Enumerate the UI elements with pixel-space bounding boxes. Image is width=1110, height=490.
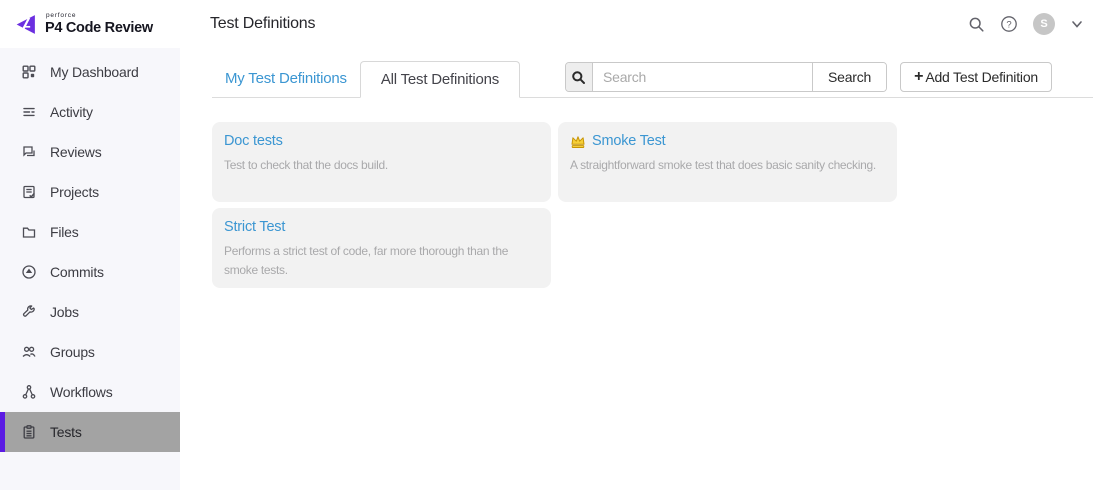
- sidebar-item-groups[interactable]: Groups: [0, 332, 180, 372]
- search-icon[interactable]: [566, 63, 593, 91]
- plus-icon: +: [914, 69, 923, 85]
- test-card-title-link[interactable]: Smoke Test: [570, 133, 666, 149]
- sidebar-item-label: Reviews: [50, 144, 102, 160]
- sidebar-item-label: Groups: [50, 344, 95, 360]
- sidebar-item-label: Projects: [50, 184, 99, 200]
- tabs-toolbar: My Test Definitions All Test Definitions…: [212, 57, 1093, 98]
- test-definition-list: Doc tests Test to check that the docs bu…: [212, 122, 902, 288]
- crown-icon: [570, 134, 586, 149]
- sidebar-item-label: Workflows: [50, 384, 113, 400]
- sidebar-item-label: Files: [50, 224, 79, 240]
- chevron-down-icon[interactable]: [1070, 17, 1084, 31]
- perforce-label: perforce: [46, 13, 153, 20]
- activity-icon: [21, 104, 37, 120]
- add-test-definition-button[interactable]: + Add Test Definition: [900, 62, 1052, 92]
- sidebar: perforce P4 Code Review My Dashboard: [0, 0, 180, 490]
- search-input[interactable]: [593, 63, 812, 91]
- card-title-text: Strict Test: [224, 219, 285, 235]
- p4-logo-icon: [13, 12, 38, 37]
- dashboard-icon: [21, 64, 37, 80]
- user-avatar[interactable]: S: [1033, 13, 1055, 35]
- sidebar-item-reviews[interactable]: Reviews: [0, 132, 180, 172]
- sidebar-item-label: Jobs: [50, 304, 79, 320]
- test-card-title-link[interactable]: Strict Test: [224, 219, 285, 235]
- main-area: Test Definitions ? S: [180, 0, 1110, 490]
- reviews-icon: [21, 144, 37, 160]
- add-button-label: Add Test Definition: [925, 69, 1038, 85]
- sidebar-item-commits[interactable]: Commits: [0, 252, 180, 292]
- sidebar-item-label: Commits: [50, 264, 104, 280]
- brand-text: perforce P4 Code Review: [45, 13, 153, 36]
- card-title-text: Doc tests: [224, 133, 283, 149]
- sidebar-item-activity[interactable]: Activity: [0, 92, 180, 132]
- sidebar-item-label: Tests: [50, 424, 82, 440]
- global-search-icon[interactable]: [968, 16, 985, 33]
- product-name: P4 Code Review: [45, 21, 153, 36]
- sidebar-item-files[interactable]: Files: [0, 212, 180, 252]
- help-icon[interactable]: ?: [1000, 15, 1018, 33]
- brand-logo[interactable]: perforce P4 Code Review: [0, 0, 180, 48]
- test-card-strict-test: Strict Test Performs a strict test of co…: [212, 208, 551, 288]
- search-button[interactable]: Search: [812, 63, 886, 91]
- sidebar-nav: My Dashboard Activity: [0, 48, 180, 452]
- sidebar-item-tests[interactable]: Tests: [0, 412, 180, 452]
- toolbar-actions: Search + Add Test Definition: [565, 62, 1052, 92]
- tests-icon: [21, 424, 37, 440]
- avatar-initial: S: [1040, 18, 1047, 30]
- projects-icon: [21, 184, 37, 200]
- content: My Test Definitions All Test Definitions…: [180, 48, 1110, 490]
- topbar: Test Definitions ? S: [180, 0, 1110, 48]
- workflows-icon: [21, 384, 37, 400]
- sidebar-item-label: My Dashboard: [50, 64, 139, 80]
- jobs-icon: [21, 304, 37, 320]
- card-title-text: Smoke Test: [592, 133, 666, 149]
- test-card-description: Performs a strict test of code, far more…: [224, 242, 539, 279]
- page-title: Test Definitions: [210, 15, 315, 33]
- files-icon: [21, 224, 37, 240]
- test-card-description: Test to check that the docs build.: [224, 156, 539, 175]
- test-card-description: A straightforward smoke test that does b…: [570, 156, 885, 175]
- sidebar-item-my-dashboard[interactable]: My Dashboard: [0, 52, 180, 92]
- svg-text:?: ?: [1006, 20, 1011, 31]
- test-card-smoke-test: Smoke Test A straightforward smoke test …: [558, 122, 897, 202]
- app-window: perforce P4 Code Review My Dashboard: [0, 0, 1110, 490]
- search-group: Search: [565, 62, 887, 92]
- tab-my-test-definitions[interactable]: My Test Definitions: [212, 60, 360, 97]
- sidebar-item-workflows[interactable]: Workflows: [0, 372, 180, 412]
- sidebar-item-jobs[interactable]: Jobs: [0, 292, 180, 332]
- sidebar-item-label: Activity: [50, 104, 93, 120]
- sidebar-item-projects[interactable]: Projects: [0, 172, 180, 212]
- test-card-doc-tests: Doc tests Test to check that the docs bu…: [212, 122, 551, 202]
- tab-all-test-definitions[interactable]: All Test Definitions: [360, 61, 520, 98]
- test-card-title-link[interactable]: Doc tests: [224, 133, 283, 149]
- commits-icon: [21, 264, 37, 280]
- groups-icon: [21, 344, 37, 360]
- topbar-actions: ? S: [968, 13, 1084, 35]
